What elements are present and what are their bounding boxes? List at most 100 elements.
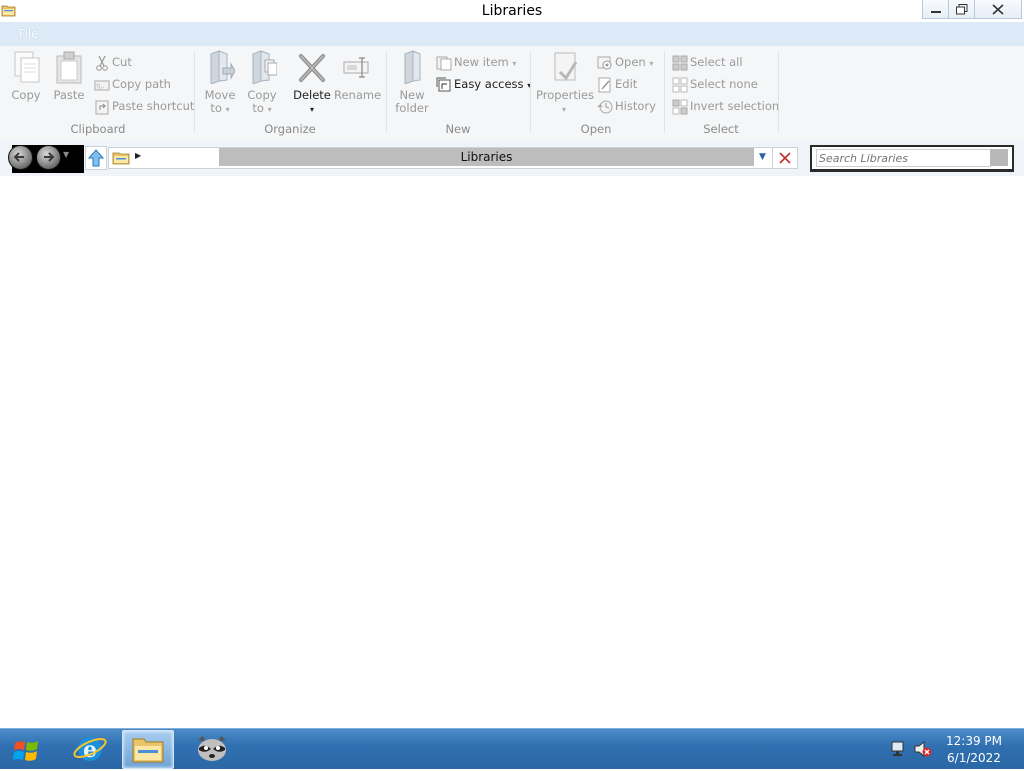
- copy-to-icon: [252, 50, 277, 84]
- properties-button[interactable]: Properties ▾: [536, 50, 595, 116]
- ribbon-separator: [194, 52, 195, 132]
- search-box: [810, 145, 1014, 172]
- paste-label: Paste: [53, 88, 85, 102]
- cut-button[interactable]: Cut: [94, 52, 132, 72]
- ribbon-tab-strip: File: [0, 22, 1024, 46]
- copy-to-label-2: to: [252, 101, 264, 115]
- scissors-icon: [96, 55, 108, 71]
- back-button[interactable]: [8, 145, 33, 170]
- organize-group-label: Organize: [264, 122, 316, 136]
- new-folder-icon: [404, 50, 421, 84]
- delete-button[interactable]: Delete ▾: [292, 50, 332, 116]
- close-icon: [992, 4, 1004, 15]
- network-icon[interactable]: [890, 741, 906, 760]
- title-bar: Libraries: [0, 0, 1024, 22]
- ribbon: Copy Paste Cut \\.. Copy path Paste short…: [0, 46, 1024, 141]
- file-tab-label: File: [18, 27, 39, 41]
- forward-button[interactable]: [36, 145, 61, 170]
- rename-button[interactable]: Rename: [334, 50, 381, 102]
- ribbon-separator: [778, 52, 779, 132]
- chevron-down-icon: ▾: [267, 105, 272, 114]
- chevron-down-icon: ▾: [309, 105, 314, 114]
- copy-path-label: Copy path: [112, 77, 171, 91]
- move-to-label-2: to: [210, 101, 222, 115]
- raccoon-icon: [198, 736, 226, 761]
- select-group-label: Select: [703, 122, 739, 136]
- edit-icon: [598, 77, 611, 92]
- new-group-label: New: [445, 122, 471, 136]
- chevron-down-icon: ▾: [225, 105, 230, 114]
- select-all-icon: [672, 55, 688, 70]
- forward-arrow-icon: [44, 152, 55, 162]
- back-arrow-icon: [13, 152, 24, 162]
- delete-label: Delete: [293, 88, 331, 102]
- chevron-down-icon: ▾: [512, 59, 517, 68]
- minimize-button[interactable]: [922, 0, 950, 19]
- invert-selection-icon: [672, 99, 688, 114]
- stop-button[interactable]: [772, 147, 798, 169]
- edit-label: Edit: [615, 77, 638, 91]
- select-none-icon: [672, 77, 688, 92]
- easy-access-icon: [436, 77, 451, 91]
- minimize-icon: [931, 11, 941, 13]
- recent-locations-dropdown[interactable]: ▼: [63, 150, 69, 159]
- taskbar-file-explorer[interactable]: [122, 730, 174, 769]
- copy-button[interactable]: Copy: [8, 50, 44, 102]
- select-all-label: Select all: [690, 55, 743, 69]
- address-path[interactable]: Libraries: [219, 148, 754, 166]
- up-button[interactable]: [85, 146, 107, 170]
- move-to-button[interactable]: Move to ▾: [202, 50, 238, 116]
- copy-path-icon: \\..: [94, 80, 110, 90]
- restore-button[interactable]: [948, 0, 976, 19]
- copy-icon: [14, 51, 40, 83]
- open-group-label: Open: [580, 122, 612, 136]
- taskbar-internet-explorer[interactable]: e: [65, 730, 115, 767]
- move-to-icon: [210, 50, 235, 84]
- chevron-down-icon: ▾: [561, 105, 566, 114]
- search-button[interactable]: [990, 149, 1008, 166]
- new-folder-button[interactable]: New folder: [393, 50, 431, 115]
- clipboard-group-label: Clipboard: [70, 122, 126, 136]
- address-dropdown-button[interactable]: ▼: [754, 148, 771, 166]
- file-list-pane[interactable]: [0, 176, 1024, 728]
- close-icon: [779, 152, 791, 164]
- rename-icon: [343, 57, 369, 78]
- copy-to-button[interactable]: Copy to ▾: [244, 50, 280, 116]
- window-title: Libraries: [481, 3, 543, 19]
- clock-time[interactable]: 12:39 PM: [940, 734, 1008, 748]
- easy-access-button[interactable]: Easy access ▾: [436, 74, 531, 94]
- search-input[interactable]: [816, 149, 991, 167]
- paste-shortcut-button[interactable]: Paste shortcut: [94, 96, 194, 116]
- select-none-label: Select none: [690, 77, 758, 91]
- properties-label: Properties: [536, 88, 595, 102]
- address-row: ▼ ▶ Libraries ▼: [0, 140, 1024, 176]
- history-icon: [597, 100, 613, 113]
- volume-muted-icon[interactable]: [914, 740, 932, 760]
- ribbon-separator: [664, 52, 665, 132]
- up-arrow-icon: [87, 149, 105, 167]
- select-none-button[interactable]: Select none: [672, 74, 758, 94]
- copy-label: Copy: [11, 88, 41, 102]
- select-all-button[interactable]: Select all: [672, 52, 743, 72]
- new-folder-label: New: [399, 88, 425, 102]
- new-item-label: New item: [454, 55, 509, 69]
- easy-access-label: Easy access: [454, 77, 524, 91]
- open-button[interactable]: Open ▾: [597, 52, 653, 72]
- restore-icon: [956, 4, 968, 15]
- file-tab[interactable]: File: [0, 22, 57, 46]
- invert-selection-button[interactable]: Invert selection: [672, 96, 779, 116]
- history-button[interactable]: History: [597, 96, 656, 116]
- navigation-buttons: ▼: [8, 145, 84, 173]
- new-item-button[interactable]: New item ▾: [436, 52, 516, 72]
- close-button[interactable]: [974, 0, 1022, 19]
- address-bar[interactable]: ▶ Libraries ▼: [108, 147, 773, 169]
- move-to-label: Move: [204, 88, 236, 102]
- paste-button[interactable]: Paste: [52, 50, 86, 102]
- breadcrumb-arrow-icon[interactable]: ▶: [135, 151, 141, 160]
- edit-button[interactable]: Edit: [597, 74, 637, 94]
- taskbar-app-raccoon[interactable]: [190, 730, 240, 767]
- clock-date[interactable]: 6/1/2022: [940, 751, 1008, 765]
- start-button[interactable]: [10, 735, 44, 765]
- copy-path-button[interactable]: \\.. Copy path: [94, 74, 171, 94]
- invert-selection-label: Invert selection: [690, 99, 780, 113]
